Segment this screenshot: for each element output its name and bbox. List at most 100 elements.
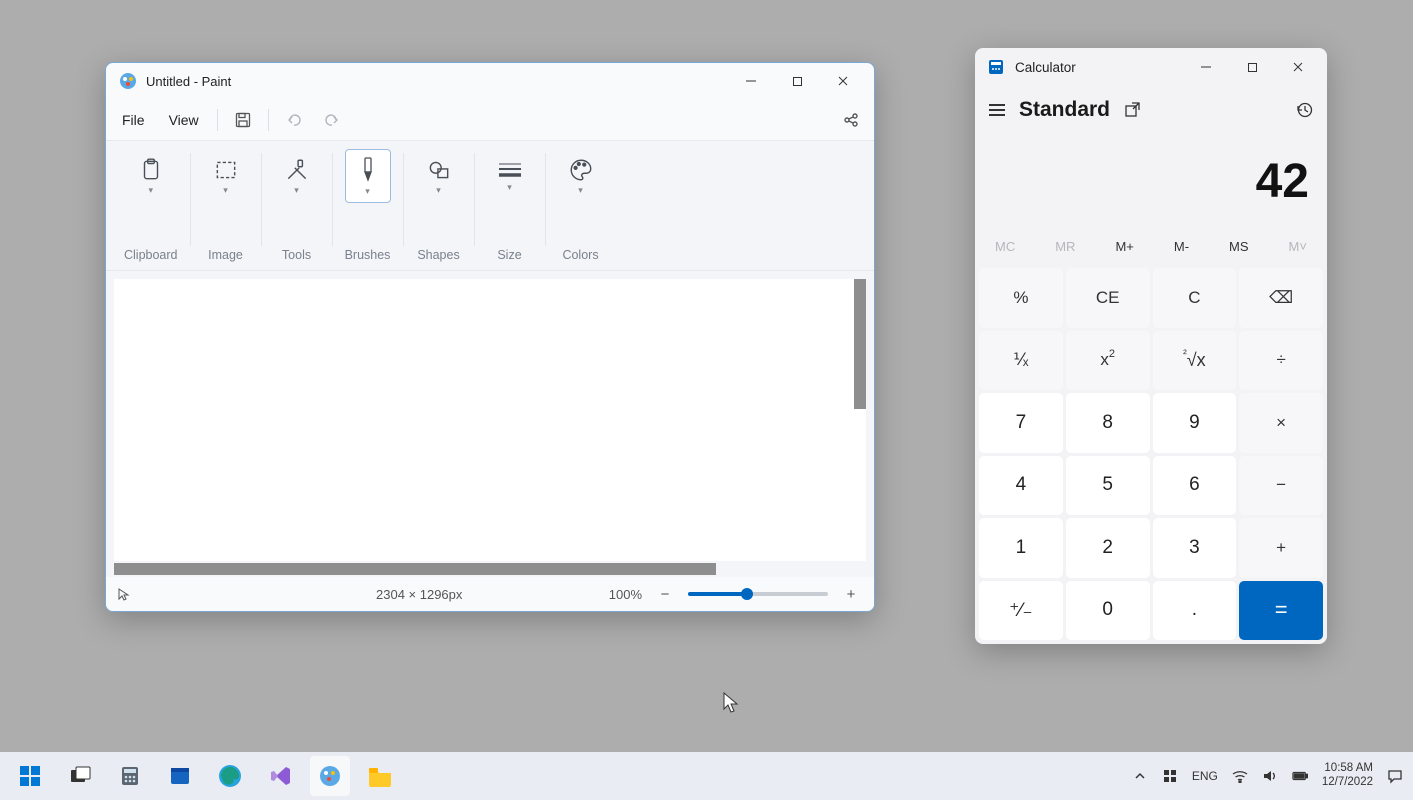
backspace-button[interactable]: ⌫ [1239,268,1323,328]
digit-5-button[interactable]: 5 [1066,456,1150,516]
clipboard-tool[interactable]: ▾ [128,149,174,203]
tray-language[interactable]: ENG [1192,769,1218,783]
subtract-button[interactable]: − [1239,456,1323,516]
shapes-tool[interactable]: ▾ [416,149,462,203]
horizontal-scrollbar-track[interactable] [114,563,866,575]
close-button[interactable] [820,63,866,99]
ribbon-group-shapes: ▾ Shapes [404,149,474,270]
taskbar-app-edge[interactable] [210,756,250,796]
paint-statusbar: 2304 × 1296px 100% − + [106,577,874,611]
digit-9-button[interactable]: 9 [1153,393,1237,453]
paint-ribbon: ▾ Clipboard ▾ Image ▾ Tools ▾ B [106,141,874,271]
digit-6-button[interactable]: 6 [1153,456,1237,516]
memory-store-button[interactable]: MS [1229,239,1249,254]
tray-security-icon[interactable] [1162,768,1178,784]
multiply-button[interactable]: × [1239,393,1323,453]
tray-battery-icon[interactable] [1292,768,1308,784]
taskview-button[interactable] [60,756,100,796]
paint-canvas[interactable] [114,279,866,561]
redo-button[interactable] [313,105,351,135]
clear-entry-button[interactable]: CE [1066,268,1150,328]
ribbon-label: Tools [282,248,311,262]
ribbon-group-clipboard: ▾ Clipboard [112,149,190,270]
calculator-keypad: % CE C ⌫ ⅟ₓ x2 ²√x ÷ 7 8 9 × 4 5 6 − 1 2… [975,264,1327,644]
calculator-header: Standard [975,86,1327,134]
memory-recall-button[interactable]: MR [1055,239,1075,254]
history-button[interactable] [1295,101,1313,119]
percent-button[interactable]: % [979,268,1063,328]
paint-titlebar[interactable]: Untitled - Paint [106,63,874,99]
equals-button[interactable]: = [1239,581,1323,641]
digit-8-button[interactable]: 8 [1066,393,1150,453]
zoom-out-button[interactable]: − [652,581,678,607]
save-button[interactable] [224,105,262,135]
chevron-down-icon: ▾ [365,186,370,197]
zoom-in-button[interactable]: + [838,581,864,607]
digit-2-button[interactable]: 2 [1066,518,1150,578]
calculator-display: 42 [975,134,1327,228]
horizontal-scrollbar-thumb[interactable] [114,563,716,575]
digit-4-button[interactable]: 4 [979,456,1063,516]
reciprocal-button[interactable]: ⅟ₓ [979,331,1063,391]
square-button[interactable]: x2 [1066,331,1150,391]
image-select-tool[interactable]: ▾ [203,149,249,203]
tray-volume-icon[interactable] [1262,768,1278,784]
chevron-down-icon: ▾ [436,185,441,196]
taskbar-app-visualstudio[interactable] [260,756,300,796]
menu-view[interactable]: View [157,106,211,134]
tools-tool[interactable]: ▾ [274,149,320,203]
ribbon-group-size: ▾ Size [475,149,545,270]
start-button[interactable] [10,756,50,796]
ribbon-group-brushes: ▾ Brushes [333,149,403,270]
undo-button[interactable] [275,105,313,135]
zoom-level: 100% [609,587,642,602]
taskbar-app-paint[interactable] [310,756,350,796]
taskbar: ENG 10:58 AM 12/7/2022 [0,752,1413,800]
zoom-slider[interactable] [688,592,828,596]
digit-3-button[interactable]: 3 [1153,518,1237,578]
digit-1-button[interactable]: 1 [979,518,1063,578]
minimize-button[interactable] [728,63,774,99]
share-button[interactable] [832,105,870,135]
calculator-titlebar[interactable]: Calculator [975,48,1327,86]
ribbon-label: Shapes [417,248,459,262]
taskbar-app-calculator[interactable] [110,756,150,796]
tray-network-icon[interactable] [1232,768,1248,784]
memory-add-button[interactable]: M+ [1115,239,1133,254]
minimize-button[interactable] [1183,49,1229,85]
divide-button[interactable]: ÷ [1239,331,1323,391]
chevron-down-icon: ▾ [223,185,228,196]
ribbon-label: Clipboard [124,248,178,262]
tray-notifications-button[interactable] [1387,768,1403,784]
taskbar-app-explorer[interactable] [360,756,400,796]
sqrt-button[interactable]: ²√x [1153,331,1237,391]
ribbon-group-image: ▾ Image [191,149,261,270]
maximize-button[interactable] [1229,49,1275,85]
tray-overflow-button[interactable] [1132,768,1148,784]
colors-tool[interactable]: ▾ [558,149,604,203]
ribbon-label: Brushes [345,248,391,262]
digit-7-button[interactable]: 7 [979,393,1063,453]
paint-menubar: File View [106,99,874,141]
menu-file[interactable]: File [110,106,157,134]
add-button[interactable]: + [1239,518,1323,578]
ribbon-label: Colors [562,248,598,262]
decimal-button[interactable]: . [1153,581,1237,641]
memory-list-button[interactable]: M˅ [1289,239,1307,254]
keep-on-top-button[interactable] [1124,101,1142,119]
taskbar-app-terminal[interactable] [160,756,200,796]
maximize-button[interactable] [774,63,820,99]
calculator-app-icon [987,58,1005,76]
brushes-tool[interactable]: ▾ [345,149,391,203]
digit-0-button[interactable]: 0 [1066,581,1150,641]
vertical-scrollbar[interactable] [854,279,866,409]
tray-clock[interactable]: 10:58 AM 12/7/2022 [1322,762,1373,790]
memory-clear-button[interactable]: MC [995,239,1015,254]
memory-subtract-button[interactable]: M- [1174,239,1189,254]
size-tool[interactable]: ▾ [487,149,533,203]
negate-button[interactable]: ⁺⁄₋ [979,581,1063,641]
clear-button[interactable]: C [1153,268,1237,328]
chevron-down-icon: ▾ [578,185,583,196]
menu-button[interactable] [989,104,1005,116]
close-button[interactable] [1275,49,1321,85]
